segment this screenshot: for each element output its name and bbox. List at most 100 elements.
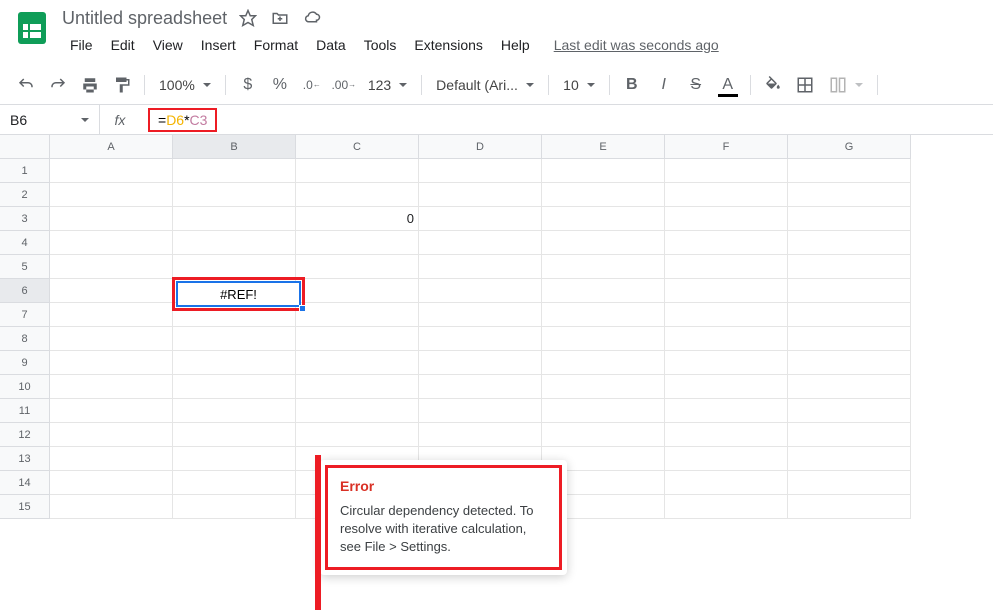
cell-e7[interactable] xyxy=(542,303,665,327)
name-box[interactable]: B6 xyxy=(0,105,100,134)
sheets-logo[interactable] xyxy=(12,8,52,48)
row-header-10[interactable]: 10 xyxy=(0,375,50,399)
row-header-9[interactable]: 9 xyxy=(0,351,50,375)
cell-f6[interactable] xyxy=(665,279,788,303)
strikethrough-icon[interactable]: S xyxy=(682,71,710,99)
cell-d10[interactable] xyxy=(419,375,542,399)
cell-a2[interactable] xyxy=(50,183,173,207)
paint-format-icon[interactable] xyxy=(108,71,136,99)
cell-b1[interactable] xyxy=(173,159,296,183)
menu-view[interactable]: View xyxy=(145,33,191,57)
merge-dropdown[interactable] xyxy=(823,71,869,99)
row-header-3[interactable]: 3 xyxy=(0,207,50,231)
menu-file[interactable]: File xyxy=(62,33,101,57)
cell-b3[interactable] xyxy=(173,207,296,231)
row-header-13[interactable]: 13 xyxy=(0,447,50,471)
print-icon[interactable] xyxy=(76,71,104,99)
cell-d3[interactable] xyxy=(419,207,542,231)
cell-d8[interactable] xyxy=(419,327,542,351)
cell-g2[interactable] xyxy=(788,183,911,207)
cell-g3[interactable] xyxy=(788,207,911,231)
cell-e11[interactable] xyxy=(542,399,665,423)
cell-e8[interactable] xyxy=(542,327,665,351)
cell-a10[interactable] xyxy=(50,375,173,399)
cell-f11[interactable] xyxy=(665,399,788,423)
fill-color-icon[interactable] xyxy=(759,71,787,99)
cell-d1[interactable] xyxy=(419,159,542,183)
fontsize-dropdown[interactable]: 10 xyxy=(557,71,601,99)
cell-c4[interactable] xyxy=(296,231,419,255)
cell-b15[interactable] xyxy=(173,495,296,519)
cell-d11[interactable] xyxy=(419,399,542,423)
cell-a11[interactable] xyxy=(50,399,173,423)
cell-f14[interactable] xyxy=(665,471,788,495)
cell-g5[interactable] xyxy=(788,255,911,279)
menu-format[interactable]: Format xyxy=(246,33,306,57)
cell-d6[interactable] xyxy=(419,279,542,303)
cell-e6[interactable] xyxy=(542,279,665,303)
cell-f15[interactable] xyxy=(665,495,788,519)
cell-e5[interactable] xyxy=(542,255,665,279)
menu-insert[interactable]: Insert xyxy=(193,33,244,57)
cell-a6[interactable] xyxy=(50,279,173,303)
borders-icon[interactable] xyxy=(791,71,819,99)
row-header-4[interactable]: 4 xyxy=(0,231,50,255)
text-color-icon[interactable]: A xyxy=(714,71,742,99)
increase-decimal-icon[interactable]: .00→ xyxy=(330,71,358,99)
cell-b12[interactable] xyxy=(173,423,296,447)
cell-f10[interactable] xyxy=(665,375,788,399)
cell-c8[interactable] xyxy=(296,327,419,351)
cell-b11[interactable] xyxy=(173,399,296,423)
zoom-dropdown[interactable]: 100% xyxy=(153,71,217,99)
menu-edit[interactable]: Edit xyxy=(103,33,143,57)
row-header-8[interactable]: 8 xyxy=(0,327,50,351)
currency-icon[interactable]: $ xyxy=(234,71,262,99)
menu-data[interactable]: Data xyxy=(308,33,354,57)
menu-extensions[interactable]: Extensions xyxy=(406,33,490,57)
cell-c7[interactable] xyxy=(296,303,419,327)
row-header-15[interactable]: 15 xyxy=(0,495,50,519)
cell-e9[interactable] xyxy=(542,351,665,375)
cell-g13[interactable] xyxy=(788,447,911,471)
italic-icon[interactable]: I xyxy=(650,71,678,99)
cell-f12[interactable] xyxy=(665,423,788,447)
cell-g6[interactable] xyxy=(788,279,911,303)
col-header-g[interactable]: G xyxy=(788,135,911,159)
col-header-b[interactable]: B xyxy=(173,135,296,159)
cell-e1[interactable] xyxy=(542,159,665,183)
cell-a13[interactable] xyxy=(50,447,173,471)
cell-a14[interactable] xyxy=(50,471,173,495)
decrease-decimal-icon[interactable]: .0← xyxy=(298,71,326,99)
fill-handle[interactable] xyxy=(299,305,306,312)
cell-f4[interactable] xyxy=(665,231,788,255)
move-icon[interactable] xyxy=(271,9,291,29)
cell-b2[interactable] xyxy=(173,183,296,207)
cell-a12[interactable] xyxy=(50,423,173,447)
cell-g10[interactable] xyxy=(788,375,911,399)
cell-f9[interactable] xyxy=(665,351,788,375)
cell-f5[interactable] xyxy=(665,255,788,279)
cell-b13[interactable] xyxy=(173,447,296,471)
col-header-c[interactable]: C xyxy=(296,135,419,159)
cell-g4[interactable] xyxy=(788,231,911,255)
cell-g15[interactable] xyxy=(788,495,911,519)
cell-g9[interactable] xyxy=(788,351,911,375)
cell-c9[interactable] xyxy=(296,351,419,375)
cloud-icon[interactable] xyxy=(303,9,323,29)
cell-f13[interactable] xyxy=(665,447,788,471)
row-header-12[interactable]: 12 xyxy=(0,423,50,447)
formula-input[interactable]: =D6*C3 xyxy=(140,105,993,134)
cell-g14[interactable] xyxy=(788,471,911,495)
cell-c12[interactable] xyxy=(296,423,419,447)
col-header-f[interactable]: F xyxy=(665,135,788,159)
cell-g7[interactable] xyxy=(788,303,911,327)
cell-f3[interactable] xyxy=(665,207,788,231)
cell-b6-value[interactable]: #REF! xyxy=(176,281,301,307)
menu-tools[interactable]: Tools xyxy=(356,33,405,57)
cell-a1[interactable] xyxy=(50,159,173,183)
cell-b5[interactable] xyxy=(173,255,296,279)
cell-c11[interactable] xyxy=(296,399,419,423)
cell-d9[interactable] xyxy=(419,351,542,375)
cell-d12[interactable] xyxy=(419,423,542,447)
cell-g11[interactable] xyxy=(788,399,911,423)
